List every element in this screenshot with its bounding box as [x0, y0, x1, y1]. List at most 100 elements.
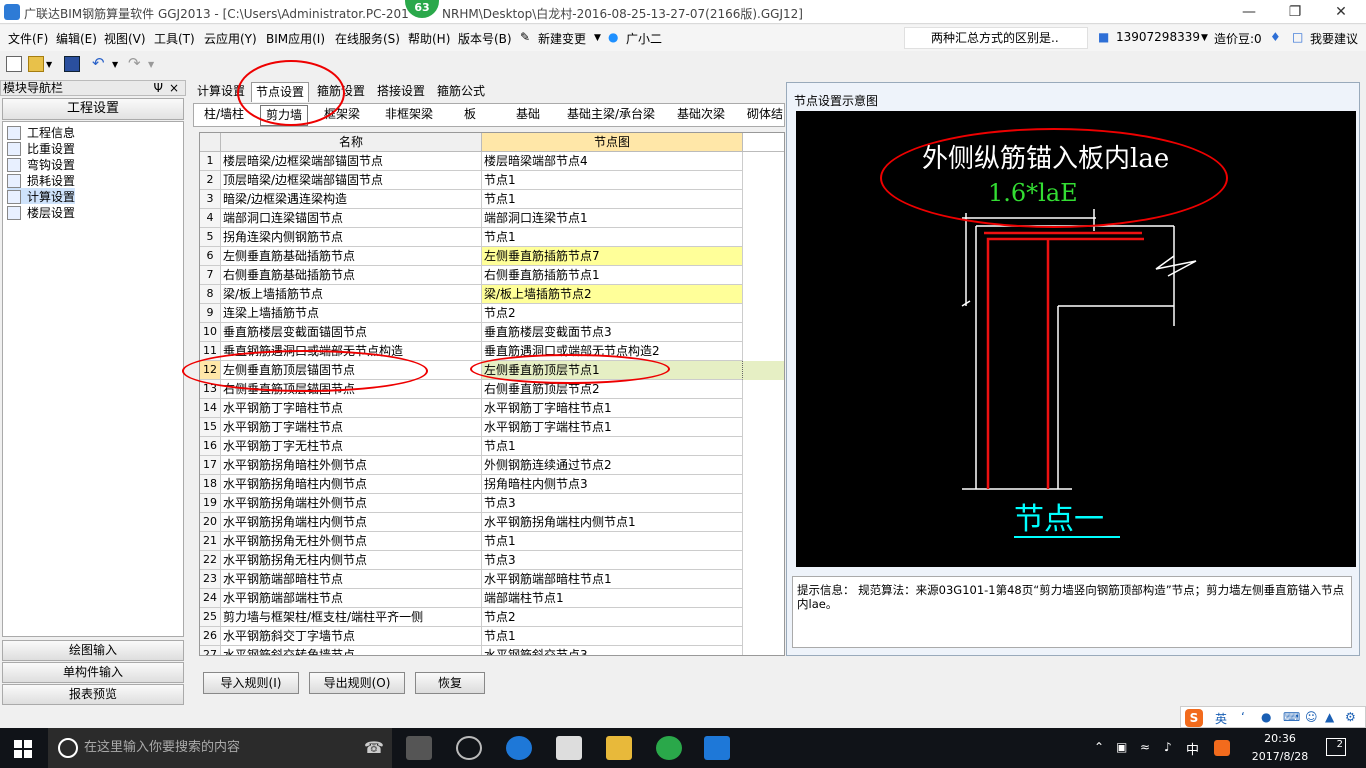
open-folder-icon[interactable] — [28, 56, 44, 72]
account-dropdown-icon[interactable]: ▼ — [1201, 33, 1208, 43]
table-row[interactable]: 1 楼层暗梁/边框梁端部锚固节点 楼层暗梁端部节点4 — [200, 152, 784, 171]
row-name-cell[interactable]: 水平钢筋端部端柱节点 — [221, 589, 482, 608]
assistant-icon[interactable]: ● — [608, 30, 618, 44]
tree-item-floor[interactable]: 楼层设置 — [7, 204, 75, 220]
row-name-cell[interactable]: 水平钢筋端部暗柱节点 — [221, 570, 482, 589]
table-row[interactable]: 23 水平钢筋端部暗柱节点 水平钢筋端部暗柱节点1 — [200, 570, 784, 589]
nav-report-preview[interactable]: 报表预览 — [2, 684, 184, 705]
import-rules-button[interactable]: 导入规则(I) — [203, 672, 299, 694]
row-name-cell[interactable]: 垂直筋楼层变截面锚固节点 — [221, 323, 482, 342]
notice-link[interactable]: 两种汇总方式的区别是.. — [904, 27, 1088, 49]
tab-stirrup-settings[interactable]: 箍筋设置 — [313, 82, 369, 102]
nav-single-input[interactable]: 单构件输入 — [2, 662, 184, 683]
table-row[interactable]: 14 水平钢筋丁字暗柱节点 水平钢筋丁字暗柱节点1 — [200, 399, 784, 418]
project-settings-header[interactable]: 工程设置 — [2, 98, 184, 120]
table-row[interactable]: 21 水平钢筋拐角无柱外侧节点 节点1 — [200, 532, 784, 551]
row-node-cell[interactable]: 节点2 — [482, 304, 743, 323]
tree-item-project-info[interactable]: 工程信息 — [7, 124, 75, 140]
row-node-cell[interactable]: 水平钢筋丁字暗柱节点1 — [482, 399, 743, 418]
bell-icon[interactable]: ♦ — [1270, 30, 1281, 44]
menu-new-change[interactable]: 新建变更 — [538, 30, 586, 47]
table-row[interactable]: 3 暗梁/边框梁遇连梁构造 节点1 — [200, 190, 784, 209]
tab-found-main-beam[interactable]: 基础主梁/承台梁 — [560, 105, 662, 126]
sogou-icon[interactable]: S — [1185, 709, 1203, 727]
row-node-cell[interactable]: 节点3 — [482, 551, 743, 570]
mic-icon[interactable]: ● — [1261, 710, 1271, 724]
notification-center-icon[interactable]: 2 — [1326, 738, 1346, 756]
new-change-icon[interactable]: ✎ — [520, 30, 530, 44]
pin-icon[interactable]: Ψ — [154, 81, 163, 95]
row-node-cell[interactable]: 水平钢筋斜交节点3 — [482, 646, 743, 655]
start-button[interactable] — [14, 740, 32, 758]
row-name-cell[interactable]: 垂直钢筋遇洞口或端部无节点构造 — [221, 342, 482, 361]
tools-icon[interactable]: ⚙ — [1345, 710, 1356, 724]
table-row[interactable]: 25 剪力墙与框架柱/框支柱/端柱平齐一侧 节点2 — [200, 608, 784, 627]
table-row[interactable]: 24 水平钢筋端部端柱节点 端部端柱节点1 — [200, 589, 784, 608]
restore-defaults-button[interactable]: 恢复 — [415, 672, 485, 694]
row-name-cell[interactable]: 水平钢筋丁字无柱节点 — [221, 437, 482, 456]
wifi-icon[interactable]: ≈ — [1140, 740, 1150, 754]
tab-masonry[interactable]: 砌体结 — [740, 105, 784, 126]
tab-column[interactable]: 柱/墙柱 — [198, 105, 250, 126]
row-name-cell[interactable]: 水平钢筋拐角无柱外侧节点 — [221, 532, 482, 551]
tab-shear-wall[interactable]: 剪力墙 — [260, 105, 308, 126]
table-row[interactable]: 15 水平钢筋丁字端柱节点 水平钢筋丁字端柱节点1 — [200, 418, 784, 437]
tree-item-weight[interactable]: 比重设置 — [7, 140, 75, 156]
table-row[interactable]: 8 梁/板上墙插筋节点 梁/板上墙插筋节点2 — [200, 285, 784, 304]
row-name-cell[interactable]: 右侧垂直筋基础插筋节点 — [221, 266, 482, 285]
store-icon[interactable] — [556, 736, 582, 760]
tree-item-loss[interactable]: 损耗设置 — [7, 172, 75, 188]
row-node-cell[interactable]: 外侧钢筋连续通过节点2 — [482, 456, 743, 475]
menu-version[interactable]: 版本号(B) — [458, 30, 512, 47]
row-node-cell[interactable]: 节点1 — [482, 190, 743, 209]
browser-icon[interactable] — [456, 736, 482, 760]
row-node-cell[interactable]: 左侧垂直筋顶层节点1 — [482, 361, 743, 380]
row-name-cell[interactable]: 拐角连梁内侧钢筋节点 — [221, 228, 482, 247]
table-row[interactable]: 6 左侧垂直筋基础插筋节点 左侧垂直筋插筋节点7 — [200, 247, 784, 266]
menu-tools[interactable]: 工具(T) — [154, 30, 195, 47]
undo-icon[interactable]: ↶ — [92, 54, 108, 72]
row-name-cell[interactable]: 左侧垂直筋顶层锚固节点 — [221, 361, 482, 380]
edge-icon[interactable] — [506, 736, 532, 760]
tab-lap-settings[interactable]: 搭接设置 — [373, 82, 429, 102]
table-row[interactable]: 19 水平钢筋拐角端柱外侧节点 节点3 — [200, 494, 784, 513]
taskbar-clock[interactable]: 20:36 2017/8/28 — [1250, 730, 1310, 766]
suggest-icon[interactable]: □ — [1292, 30, 1303, 44]
tab-node-settings[interactable]: 节点设置 — [251, 82, 310, 102]
ime-lang[interactable]: 英 — [1215, 710, 1227, 727]
row-name-cell[interactable]: 水平钢筋斜交丁字墙节点 — [221, 627, 482, 646]
row-node-cell[interactable]: 垂直筋遇洞口或端部无节点构造2 — [482, 342, 743, 361]
sogou-tray-icon[interactable] — [1214, 740, 1230, 756]
tree-item-calc[interactable]: 计算设置 — [7, 188, 76, 204]
row-name-cell[interactable]: 梁/板上墙插筋节点 — [221, 285, 482, 304]
table-row[interactable]: 22 水平钢筋拐角无柱内侧节点 节点3 — [200, 551, 784, 570]
row-node-cell[interactable]: 节点1 — [482, 228, 743, 247]
row-name-cell[interactable]: 剪力墙与框架柱/框支柱/端柱平齐一侧 — [221, 608, 482, 627]
export-rules-button[interactable]: 导出规则(O) — [309, 672, 405, 694]
menu-bim[interactable]: BIM应用(I) — [266, 30, 325, 47]
table-row[interactable]: 2 顶层暗梁/边框梁端部锚固节点 节点1 — [200, 171, 784, 190]
microphone-icon[interactable]: ☎ — [364, 738, 384, 757]
row-node-cell[interactable]: 拐角暗柱内侧节点3 — [482, 475, 743, 494]
tab-nonframe-beam[interactable]: 非框架梁 — [376, 105, 442, 126]
cortana-icon[interactable] — [58, 738, 78, 758]
row-node-cell[interactable]: 楼层暗梁端部节点4 — [482, 152, 743, 171]
table-row[interactable]: 13 右侧垂直筋顶层锚固节点 右侧垂直筋顶层节点2 — [200, 380, 784, 399]
open-dropdown-icon[interactable]: ▼ — [46, 60, 62, 76]
undo-dropdown-icon[interactable]: ▼ — [112, 60, 128, 76]
row-node-cell[interactable]: 垂直筋楼层变截面节点3 — [482, 323, 743, 342]
tab-stirrup-formula[interactable]: 箍筋公式 — [433, 82, 489, 102]
row-name-cell[interactable]: 水平钢筋丁字暗柱节点 — [221, 399, 482, 418]
table-row[interactable]: 26 水平钢筋斜交丁字墙节点 节点1 — [200, 627, 784, 646]
network-icon[interactable]: ▣ — [1116, 740, 1127, 754]
row-node-cell[interactable]: 水平钢筋丁字端柱节点1 — [482, 418, 743, 437]
tab-foundation[interactable]: 基础 — [506, 105, 550, 126]
ime-indicator[interactable]: 中 — [1186, 739, 1199, 758]
menu-help[interactable]: 帮助(H) — [408, 30, 450, 47]
row-name-cell[interactable]: 楼层暗梁/边框梁端部锚固节点 — [221, 152, 482, 171]
save-icon[interactable] — [64, 56, 80, 72]
row-node-cell[interactable]: 端部洞口连梁节点1 — [482, 209, 743, 228]
row-name-cell[interactable]: 水平钢筋斜交转角墙节点 — [221, 646, 482, 655]
redo-dropdown-icon[interactable]: ▼ — [148, 60, 164, 76]
ggj-app-icon[interactable] — [704, 736, 730, 760]
